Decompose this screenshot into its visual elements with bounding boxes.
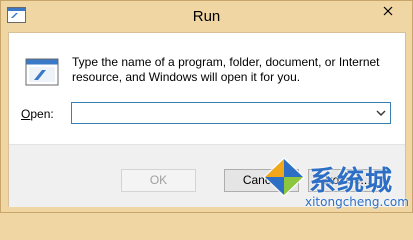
watermark-chinese-text: 系统城 <box>309 166 393 197</box>
close-icon <box>383 6 393 16</box>
open-label: Open: <box>21 107 54 121</box>
run-dialog-window: Run Type the name of a program, folder, … <box>0 0 413 213</box>
watermark-domain: xitongcheng.com <box>305 195 409 209</box>
open-dropdown-button[interactable] <box>372 103 390 123</box>
title-bar[interactable]: Run <box>1 1 412 32</box>
open-combobox[interactable] <box>71 102 391 124</box>
chevron-down-icon <box>376 110 386 116</box>
run-icon <box>25 58 59 86</box>
open-label-accesskey: O <box>21 107 31 121</box>
watermark-logo <box>263 157 305 197</box>
watermark: 系统城 xitongcheng.com <box>259 155 409 211</box>
ok-button[interactable]: OK <box>121 169 196 192</box>
open-label-text: pen: <box>30 107 54 121</box>
window-title: Run <box>192 8 221 25</box>
open-input[interactable] <box>72 103 370 123</box>
close-button[interactable] <box>370 1 406 22</box>
dialog-description: Type the name of a program, folder, docu… <box>72 55 380 84</box>
